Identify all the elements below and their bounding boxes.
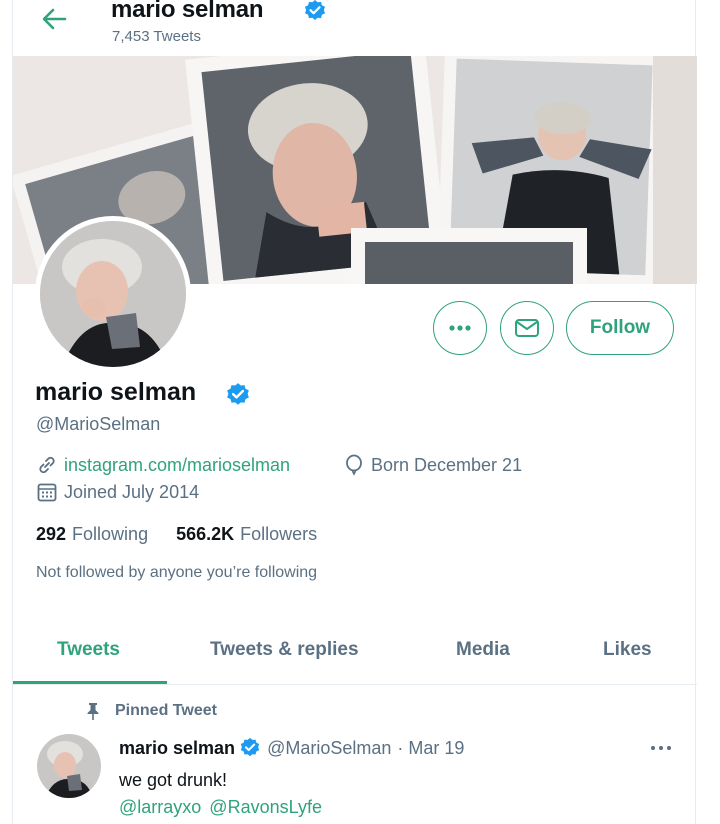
tab-likes[interactable]: Likes [603, 639, 652, 661]
joined-row: Joined July 2014 [36, 481, 199, 503]
more-horizontal-icon [449, 325, 471, 331]
followers-label: Followers [240, 524, 318, 544]
following-count: 292 [36, 524, 67, 544]
arrow-left-icon[interactable] [39, 4, 69, 34]
top-bar: mario selman 7,453 Tweets [13, 0, 697, 52]
birthday-text: Born December 21 [371, 454, 523, 475]
avatar-photo [40, 221, 186, 367]
following-stat[interactable]: 292 Following [36, 524, 148, 545]
profile-avatar[interactable] [35, 216, 191, 372]
pin-icon [87, 703, 99, 720]
follow-stats: 292 Following 566.2K Followers [36, 524, 345, 545]
followers-stat[interactable]: 566.2K Followers [176, 524, 317, 545]
tweet-avatar-photo [37, 734, 101, 798]
birthday-row: Born December 21 [343, 454, 522, 476]
website-link[interactable]: instagram.com/marioselman [64, 455, 290, 476]
mention-link[interactable]: @larrayxo [119, 797, 201, 818]
verified-badge-icon [240, 737, 260, 757]
message-button[interactable] [500, 301, 554, 355]
tweet-author-name[interactable]: mario selman [119, 738, 235, 759]
balloon-icon [346, 454, 362, 476]
header-name: mario selman [111, 0, 264, 23]
tweet-mentions: @larrayxo @RavonsLyfe [119, 797, 330, 818]
tab-media[interactable]: Media [456, 639, 510, 661]
active-tab-indicator [13, 681, 167, 684]
tweet-author-handle[interactable]: @MarioSelman [267, 738, 391, 759]
followers-count: 566.2K [176, 524, 235, 544]
pinned-label: Pinned Tweet [115, 702, 217, 719]
more-horizontal-icon[interactable] [649, 738, 673, 758]
pinned-label-row: Pinned Tweet [85, 702, 217, 720]
follow-button[interactable]: Follow [566, 301, 674, 355]
tab-tweets[interactable]: Tweets [57, 639, 120, 661]
tweet-text: we got drunk! [119, 770, 228, 790]
envelope-icon [515, 319, 539, 337]
calendar-icon [37, 483, 57, 502]
more-options-button[interactable] [433, 301, 487, 355]
profile-page: mario selman 7,453 Tweets Follow mario s… [12, 0, 697, 824]
tweet-header: mario selman @MarioSelman · Mar 19 [119, 737, 464, 759]
website-row: instagram.com/marioselman [36, 454, 290, 476]
verified-badge-icon [305, 0, 325, 20]
profile-name: mario selman [35, 378, 197, 406]
profile-handle: @MarioSelman [36, 414, 161, 434]
joined-text: Joined July 2014 [64, 481, 200, 502]
link-icon [39, 456, 55, 474]
profile-tabs: Tweets Tweets & replies Media Likes [13, 620, 697, 685]
tweet-avatar[interactable] [37, 734, 101, 798]
following-label: Following [72, 524, 149, 544]
not-followed-note: Not followed by anyone you’re following [36, 564, 318, 581]
verified-badge-icon [227, 383, 249, 405]
mention-link[interactable]: @RavonsLyfe [209, 797, 322, 818]
tweet-count: 7,453 Tweets [112, 28, 201, 45]
tweet-date[interactable]: · Mar 19 [397, 738, 464, 759]
tab-tweets-replies[interactable]: Tweets & replies [210, 639, 359, 661]
